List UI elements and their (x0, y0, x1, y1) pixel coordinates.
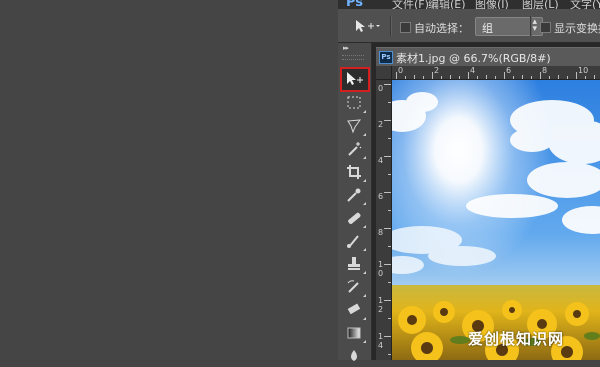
brush-tool-button[interactable] (342, 231, 368, 252)
ruler-label: 1 2 (378, 296, 384, 314)
marquee-tool-icon (347, 96, 361, 109)
healing-brush-tool-button[interactable] (342, 208, 368, 229)
empty-workspace-area (0, 0, 338, 360)
auto-select-dropdown[interactable]: 组 ▴ ▾ (475, 17, 543, 36)
tool-submenu-indicator (363, 271, 366, 274)
clone-stamp-tool-icon (348, 257, 360, 270)
stepper-arrows-icon: ▴ ▾ (532, 17, 537, 34)
healing-brush-tool-icon (348, 212, 361, 224)
eraser-tool-icon (347, 303, 361, 315)
eyedropper-tool-icon (347, 188, 361, 202)
collapse-panel-icon[interactable]: ▸▸ (343, 44, 349, 52)
separator (530, 16, 532, 36)
tools-panel: ▸▸ (338, 43, 372, 361)
clone-stamp-tool-button[interactable] (342, 254, 368, 275)
auto-select-checkbox[interactable] (400, 22, 411, 33)
menu-layer[interactable]: 图层(L) (522, 0, 559, 9)
magic-wand-tool-icon (348, 142, 362, 156)
magic-wand-tool-button[interactable] (342, 139, 368, 160)
ruler-label: 2 (434, 66, 440, 75)
move-tool-button[interactable] (340, 67, 370, 92)
sunflower-sky-photo (392, 80, 600, 360)
ruler-label: 2 (378, 120, 384, 129)
horizontal-ruler[interactable]: 0 2 4 6 8 10 (392, 66, 600, 80)
tool-submenu-indicator (363, 294, 366, 297)
tool-submenu-indicator (363, 248, 366, 251)
vertical-ruler[interactable]: 0 2 4 6 8 1 0 1 2 1 4 (376, 80, 392, 360)
tool-submenu-indicator (363, 110, 366, 113)
show-transform-checkbox[interactable] (540, 22, 551, 33)
gradient-tool-icon (347, 327, 361, 339)
document-canvas[interactable] (392, 80, 600, 360)
tool-submenu-indicator (363, 225, 366, 228)
tool-submenu-indicator (363, 179, 366, 182)
eraser-tool-button[interactable] (342, 300, 368, 321)
crop-tool-icon (347, 165, 361, 179)
menu-image[interactable]: 图像(I) (475, 0, 509, 9)
blur-tool-button[interactable] (342, 346, 368, 367)
menu-bar: Ps 文件(F) 编辑(E) 图像(I) 图层(L) 文字(Y) (338, 0, 600, 9)
menu-file[interactable]: 文件(F) (392, 0, 429, 9)
history-brush-tool-button[interactable] (342, 277, 368, 298)
document-title: 素材1.jpg @ 66.7%(RGB/8#) (396, 52, 551, 65)
move-tool-icon (347, 72, 363, 85)
history-brush-tool-icon (347, 280, 359, 293)
ruler-label: 1 4 (378, 332, 384, 350)
photoshop-logo: Ps (346, 0, 364, 9)
lasso-tool-button[interactable] (342, 116, 368, 137)
ruler-origin[interactable] (376, 66, 392, 80)
move-tool-preset-icon (356, 20, 380, 32)
tool-submenu-indicator (363, 202, 366, 205)
auto-select-label: 自动选择： (414, 22, 469, 35)
ruler-ticks (396, 72, 595, 79)
ruler-label: 6 (506, 66, 512, 75)
panel-grip[interactable] (342, 55, 364, 60)
eyedropper-tool-button[interactable] (342, 185, 368, 206)
tool-submenu-indicator (363, 133, 366, 136)
ruler-label: 0 (398, 66, 404, 75)
auto-select-value: 组 (482, 22, 493, 35)
ruler-label: 6 (378, 192, 384, 201)
ruler-label: 0 (378, 84, 384, 93)
ruler-label: 8 (378, 228, 384, 237)
options-bar: 自动选择： 组 ▴▾ 显示变换控件 (338, 9, 600, 43)
ruler-label: 1 0 (378, 260, 384, 278)
blur-tool-icon (351, 350, 357, 361)
show-transform-label: 显示变换控件 (554, 22, 600, 35)
document-tab[interactable]: Ps 素材1.jpg @ 66.7%(RGB/8#) (376, 47, 600, 66)
ruler-label: 4 (378, 156, 384, 165)
ruler-label: 8 (542, 66, 548, 75)
marquee-tool-button[interactable] (342, 93, 368, 114)
gradient-tool-button[interactable] (342, 323, 368, 344)
ruler-label: 10 (578, 66, 589, 75)
lasso-tool-icon (347, 119, 362, 134)
menu-edit[interactable]: 编辑(E) (428, 0, 466, 9)
ps-file-icon: Ps (379, 51, 393, 64)
tool-submenu-indicator (363, 317, 366, 320)
brush-tool-icon (347, 235, 359, 248)
tool-submenu-indicator (363, 340, 366, 343)
menu-type[interactable]: 文字(Y) (570, 0, 600, 9)
separator (390, 16, 392, 36)
watermark-text: 爱创根知识网 (468, 330, 565, 348)
crop-tool-button[interactable] (342, 162, 368, 183)
ruler-label: 4 (470, 66, 476, 75)
tool-submenu-indicator (363, 156, 366, 159)
tool-preset-picker[interactable] (354, 19, 380, 33)
